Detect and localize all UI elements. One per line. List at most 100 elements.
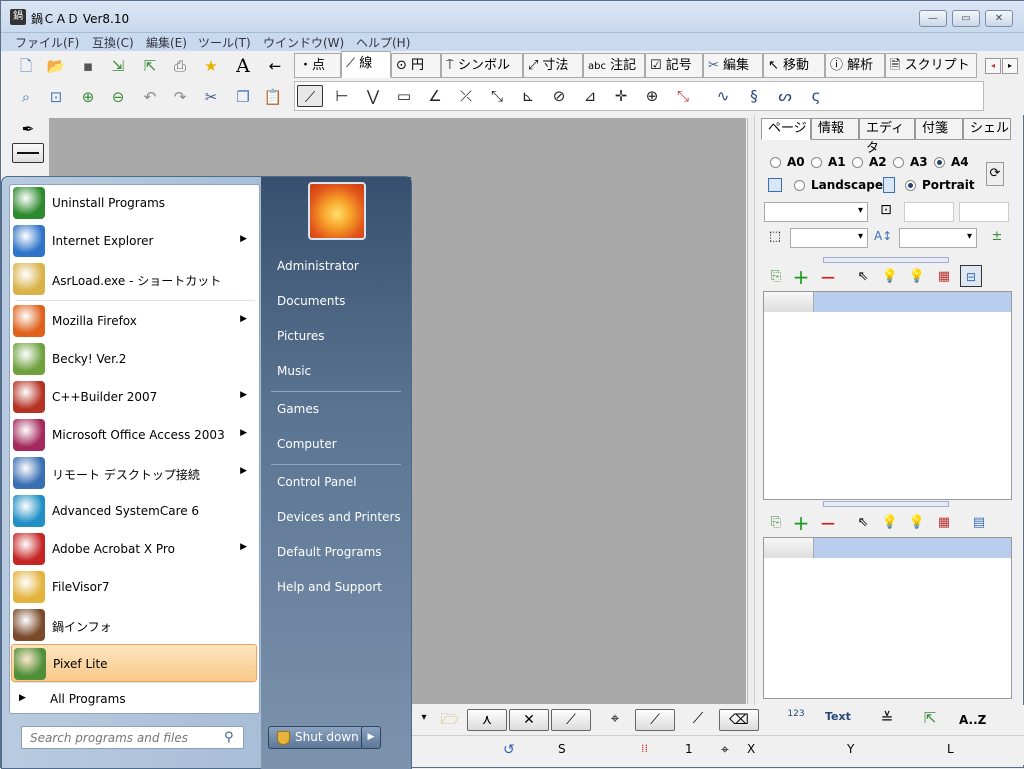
page-list[interactable] (763, 291, 1012, 500)
link-control-panel[interactable]: Control Panel (277, 475, 357, 489)
search-icon[interactable]: ⚲ (224, 730, 234, 745)
program-item[interactable]: Microsoft Office Access 2003 ▶ (11, 416, 257, 454)
numbering-icon[interactable]: 123 (783, 709, 809, 731)
print-icon[interactable]: ⎙ (169, 55, 191, 77)
add-page-icon[interactable]: ⎘ (765, 266, 787, 288)
tab-analyze[interactable]: ⓘ 解析 (825, 53, 885, 78)
open-folder-icon[interactable]: 🗁 (439, 709, 461, 731)
cross-line-tool-icon[interactable]: ⤫ (453, 85, 479, 107)
grid-icon[interactable]: ⁞⁞ (641, 742, 648, 755)
program-item[interactable]: Internet Explorer ▶ (11, 222, 257, 260)
select-icon[interactable]: ⇖ (852, 512, 874, 534)
pen-icon[interactable]: ✒ (15, 120, 41, 140)
snap-point-icon[interactable]: ⟋ (687, 709, 709, 731)
undo-icon[interactable]: ↶ (139, 86, 161, 108)
minus-icon[interactable]: − (817, 512, 839, 534)
tab-editor[interactable]: エディタ (859, 118, 915, 156)
radio-a1[interactable] (811, 157, 822, 168)
all-programs-link[interactable]: All Programs (50, 692, 126, 706)
curve-tool-icon[interactable]: ∿ (710, 85, 736, 107)
tab-info[interactable]: 情報 (811, 118, 859, 140)
bulb-off-icon[interactable]: 💡 (906, 512, 928, 534)
minus-icon[interactable]: − (817, 266, 839, 288)
radio-a4[interactable] (934, 157, 945, 168)
plus-icon[interactable]: + (790, 512, 812, 534)
snap-mid-button[interactable]: ⟋ (635, 709, 675, 731)
shutdown-button[interactable]: Shut down (268, 726, 364, 749)
program-item[interactable]: AsrLoad.exe - ショートカット (11, 260, 257, 298)
target-icon[interactable]: ⌖ (604, 709, 626, 731)
radio-a2[interactable] (852, 157, 863, 168)
menu-tools[interactable]: ツール(T) (198, 34, 251, 51)
color-grid-icon[interactable]: ▦ (933, 512, 955, 534)
copy-icon[interactable]: ❐ (232, 86, 254, 108)
font-icon[interactable]: A (232, 55, 254, 77)
program-item[interactable]: Uninstall Programs (11, 184, 257, 222)
link-default-programs[interactable]: Default Programs (277, 545, 382, 559)
splitter[interactable] (747, 118, 753, 704)
radio-portrait[interactable] (905, 180, 916, 191)
program-item[interactable]: C++Builder 2007 ▶ (11, 378, 257, 416)
spline-tool-icon[interactable]: § (741, 85, 767, 107)
tab-line[interactable]: ⟋ 線 (341, 51, 391, 78)
shutdown-options-button[interactable]: ▶ (361, 726, 381, 749)
tab-annotation[interactable]: abc 注記 (583, 53, 645, 78)
program-item[interactable]: Adobe Acrobat X Pro ▶ (11, 530, 257, 568)
angle-line-tool-icon[interactable]: ∠ (422, 85, 448, 107)
refresh-icon[interactable]: ⟳ (986, 162, 1004, 186)
program-item[interactable]: Pixef Lite (11, 644, 257, 682)
maximize-button[interactable]: ▭ (952, 10, 980, 27)
text-size-select[interactable] (899, 228, 977, 248)
tab-move[interactable]: ↖ 移動 (763, 53, 825, 78)
tab-scroll-left-button[interactable]: ◂ (985, 58, 1001, 74)
horizontal-line-tool-icon[interactable]: ⊢ (329, 85, 355, 107)
open-folder-icon[interactable]: 📂 (45, 55, 67, 77)
pointer-icon[interactable]: ⇱ (919, 709, 941, 731)
sort-icon[interactable]: A..Z (959, 713, 989, 731)
star-icon[interactable]: ★ (200, 55, 222, 77)
search-input[interactable]: Search programs and files ⚲ (21, 726, 244, 749)
link-administrator[interactable]: Administrator (277, 259, 359, 273)
align-icon[interactable]: ≚ (876, 709, 898, 731)
layer-list[interactable] (763, 537, 1012, 699)
tab-script[interactable]: 🗎 スクリプト (885, 53, 977, 78)
line-weight-button[interactable] (12, 143, 44, 163)
arrow-left-icon[interactable]: ← (264, 55, 286, 77)
tab-circle[interactable]: ⊙ 円 (391, 53, 441, 78)
link-help-support[interactable]: Help and Support (277, 580, 382, 594)
redo-icon[interactable]: ↷ (169, 86, 191, 108)
new-file-icon[interactable]: 🗋 (15, 55, 37, 77)
program-item[interactable]: Becky! Ver.2 (11, 340, 257, 378)
calc-icon[interactable]: ± (986, 229, 1008, 245)
save-icon[interactable]: ▪ (77, 55, 99, 77)
fit-page-icon[interactable]: ⊡ (876, 202, 896, 222)
link-documents[interactable]: Documents (277, 294, 345, 308)
axis-tool-icon[interactable]: ⊿ (577, 85, 603, 107)
import-icon[interactable]: ⇲ (107, 55, 129, 77)
tab-edit[interactable]: ✂ 編集 (703, 53, 763, 78)
bulb-off-icon[interactable]: 💡 (906, 266, 928, 288)
panel-splitter-bottom[interactable] (823, 501, 949, 507)
close-button[interactable]: ✕ (985, 10, 1013, 27)
page-frame-icon[interactable]: ⊟ (960, 265, 982, 287)
tab-sticky[interactable]: 付箋 (915, 118, 963, 140)
height-field[interactable] (959, 202, 1009, 222)
cut-icon[interactable]: ✂ (200, 86, 222, 108)
zoom-icon[interactable]: ⌕ (15, 86, 37, 108)
tab-shell[interactable]: シェル (963, 118, 1011, 140)
link-pictures[interactable]: Pictures (277, 329, 325, 343)
rectangle-tool-icon[interactable]: ▭ (391, 85, 417, 107)
zoom-out-icon[interactable]: ⊖ (107, 86, 129, 108)
plus-icon[interactable]: + (790, 266, 812, 288)
menu-help[interactable]: ヘルプ(H) (356, 34, 410, 51)
tangent-line-tool-icon[interactable]: ⤡ (484, 85, 510, 107)
bulb-on-icon[interactable]: 💡 (879, 512, 901, 534)
bulb-on-icon[interactable]: 💡 (879, 266, 901, 288)
zoom-window-icon[interactable]: ⊡ (45, 86, 67, 108)
radio-a0[interactable] (770, 157, 781, 168)
eraser-button[interactable]: ⌫ (719, 709, 759, 731)
cross-point-tool-icon[interactable]: ✛ (608, 85, 634, 107)
dropdown-arrow-icon[interactable]: ▾ (417, 712, 431, 728)
tab-page[interactable]: ページ (761, 118, 811, 140)
polyline-tool-icon[interactable]: ⋁ (360, 85, 386, 107)
